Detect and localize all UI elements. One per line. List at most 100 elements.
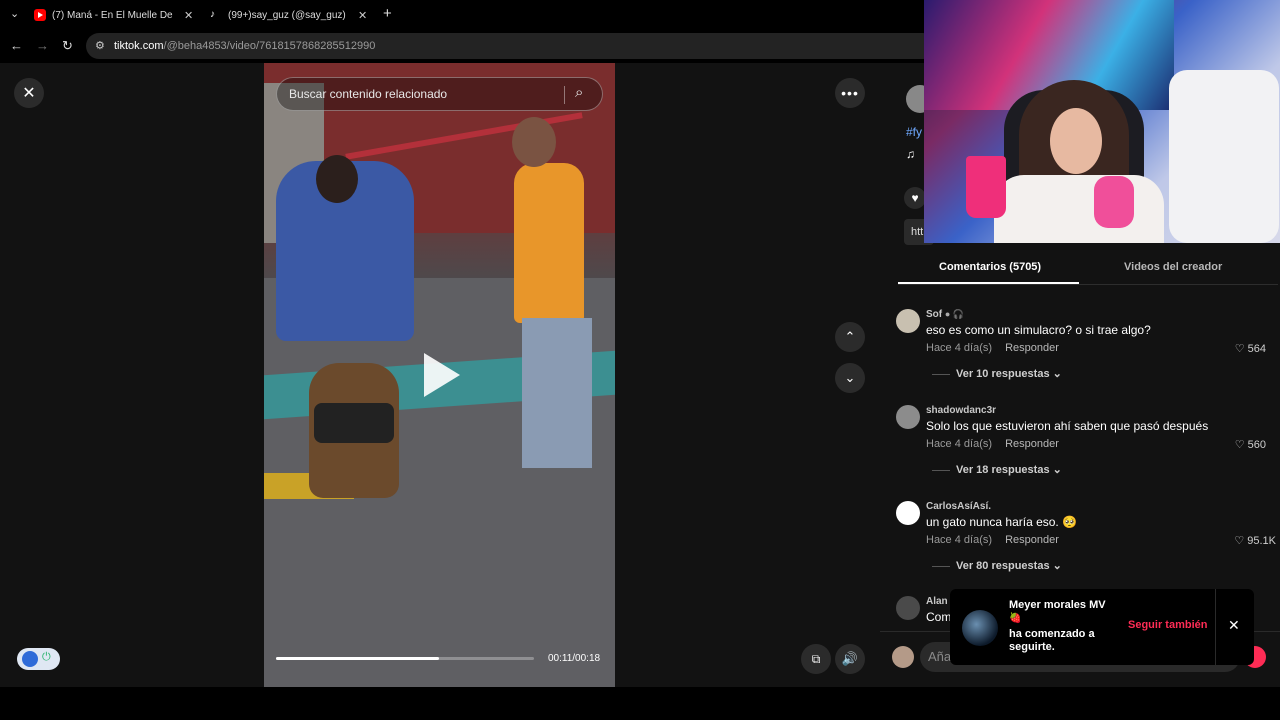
comment-text: Com xyxy=(926,610,952,624)
comment-item: CarlosAsíAsí. un gato nunca haría eso. 🥺… xyxy=(896,501,1276,581)
comment-likes[interactable]: ♡ 564 xyxy=(1235,342,1266,355)
view-replies-button[interactable]: Ver 18 respuestas ⌄ xyxy=(932,463,1062,476)
comment-likes[interactable]: ♡ 95.1K xyxy=(1234,534,1276,547)
avatar[interactable] xyxy=(896,596,920,620)
reply-button[interactable]: Responder xyxy=(1005,534,1059,546)
next-video-button[interactable]: ⌄ xyxy=(835,363,865,393)
streamer-webcam-overlay xyxy=(924,0,1280,243)
tab-search-chevron-icon[interactable]: ⌄ xyxy=(10,7,19,20)
view-replies-label: Ver 10 respuestas xyxy=(956,368,1050,380)
view-replies-button[interactable]: Ver 10 respuestas ⌄ xyxy=(932,367,1062,380)
search-icon[interactable]: ⌕ xyxy=(575,84,583,101)
reply-button[interactable]: Responder xyxy=(1005,342,1059,354)
hashtag-text[interactable]: #fy xyxy=(906,125,922,139)
panel-tabs: Comentarios (5705) Videos del creador xyxy=(898,255,1278,285)
power-icon: ⏻ xyxy=(42,651,51,663)
chevron-down-icon: ⌄ xyxy=(1052,464,1062,476)
follow-notification: Meyer morales MV 🍓 ha comenzado a seguir… xyxy=(950,589,1254,665)
boy-in-orange-jacket xyxy=(514,163,584,323)
comment-text: Solo los que estuvieron ahí saben que pa… xyxy=(926,419,1209,433)
search-divider xyxy=(564,86,565,104)
tiktok-video-page: ✕ Buscar contenido relacionado ⌕ 00:11/0… xyxy=(0,0,1280,687)
share-link-text: htt xyxy=(911,226,924,238)
close-tab-icon[interactable]: ✕ xyxy=(184,9,193,22)
related-search-input[interactable]: Buscar contenido relacionado ⌕ xyxy=(276,77,603,111)
avatar[interactable] xyxy=(896,309,920,333)
add-comment-placeholder: Aña xyxy=(928,649,952,664)
youtube-icon xyxy=(34,9,46,21)
streamer-face xyxy=(1050,108,1102,174)
reload-icon[interactable]: ↻ xyxy=(62,38,73,54)
url-path: /@beha4853/video/7618157868285512990 xyxy=(163,40,376,52)
heart-outline-icon: ♡ xyxy=(1234,343,1248,355)
comment-username[interactable]: CarlosAsíAsí. xyxy=(926,501,991,512)
tiktok-icon: ♪ xyxy=(210,9,215,20)
avatar[interactable] xyxy=(896,501,920,525)
pink-microphone xyxy=(1094,176,1134,228)
view-replies-button[interactable]: Ver 80 respuestas ⌄ xyxy=(932,559,1062,572)
boy-head xyxy=(512,117,556,167)
comment-text: eso es como un simulacro? o si trae algo… xyxy=(926,323,1151,337)
close-tab-icon[interactable]: ✕ xyxy=(358,9,367,22)
notification-divider xyxy=(1215,589,1216,665)
extension-icon xyxy=(22,651,38,667)
tab-creator-videos[interactable]: Videos del creador xyxy=(1124,261,1222,273)
comment-text: un gato nunca haría eso. 🥺 xyxy=(926,515,1078,529)
boy-jeans xyxy=(522,318,592,468)
notification-emoji: 🍓 xyxy=(1009,613,1022,624)
comment-time: Hace 4 día(s) xyxy=(926,342,993,354)
notification-message: ha comenzado a seguirte. xyxy=(1009,628,1095,653)
heart-outline-icon: ♡ xyxy=(1234,535,1248,547)
notification-avatar[interactable] xyxy=(962,610,998,646)
back-arrow-icon[interactable]: ← xyxy=(10,38,23,53)
close-video-button[interactable]: ✕ xyxy=(14,78,44,108)
forward-arrow-icon[interactable]: → xyxy=(36,38,49,53)
extension-badge[interactable]: ⏻ xyxy=(17,648,60,670)
video-player[interactable]: Buscar contenido relacionado ⌕ 00:11/00:… xyxy=(264,63,615,687)
comment-username[interactable]: shadowdanc3r xyxy=(926,405,996,416)
comment-username-text: Sof xyxy=(926,309,943,320)
my-avatar[interactable] xyxy=(892,646,914,668)
follow-back-button[interactable]: Seguir también xyxy=(1128,619,1207,631)
dog-harness xyxy=(314,403,394,443)
comment-username[interactable]: Alan xyxy=(926,596,948,607)
music-note-icon: ♫ xyxy=(906,147,915,161)
comment-item: Sof ● 🎧 eso es como un simulacro? o si t… xyxy=(896,309,1274,389)
speaker-icon: 🔊 xyxy=(841,651,859,666)
girl-head xyxy=(316,155,358,203)
view-replies-label: Ver 80 respuestas xyxy=(956,560,1050,572)
floating-player-icon: ⧉ xyxy=(811,651,821,666)
like-count: 560 xyxy=(1247,439,1266,451)
url-field[interactable]: ⚙ tiktok.com /@beha4853/video/7618157868… xyxy=(86,33,936,59)
comment-meta: Hace 4 día(s) Responder xyxy=(926,342,1059,354)
reply-button[interactable]: Responder xyxy=(1005,438,1059,450)
bottom-black-bar xyxy=(0,687,1280,720)
close-icon: ✕ xyxy=(22,85,36,102)
comment-time: Hace 4 día(s) xyxy=(926,534,993,546)
tab-tiktok[interactable]: ♪ (99+)say_guz (@say_guz) | TikTo ✕ xyxy=(210,4,370,26)
notification-name: Meyer morales MV xyxy=(1009,599,1106,611)
white-top xyxy=(994,175,1164,243)
chevron-down-icon: ⌄ xyxy=(844,370,856,385)
volume-button[interactable]: 🔊 xyxy=(835,644,865,674)
comment-meta: Hace 4 día(s) Responder xyxy=(926,534,1059,546)
comment-username[interactable]: Sof ● 🎧 xyxy=(926,309,964,320)
site-settings-icon[interactable]: ⚙ xyxy=(95,39,105,52)
play-icon[interactable] xyxy=(424,353,460,397)
video-progress-bar[interactable] xyxy=(276,657,534,660)
url-host: tiktok.com xyxy=(114,40,164,52)
previous-video-button[interactable]: ⌃ xyxy=(835,322,865,352)
more-options-button[interactable]: ••• xyxy=(835,78,865,108)
floating-player-button[interactable]: ⧉ xyxy=(801,644,831,674)
tab-youtube[interactable]: (7) Maná - En El Muelle De San ✕ xyxy=(34,4,196,26)
comment-item: shadowdanc3r Solo los que estuvieron ahí… xyxy=(896,405,1274,485)
gaming-chair xyxy=(1169,70,1279,243)
like-count: 95.1K xyxy=(1247,535,1276,547)
new-tab-icon[interactable]: + xyxy=(383,5,392,22)
like-heart-icon[interactable]: ♥ xyxy=(904,187,926,209)
close-icon[interactable]: ✕ xyxy=(1228,617,1240,634)
chevron-down-icon: ⌄ xyxy=(1052,368,1062,380)
tab-comments[interactable]: Comentarios (5705) xyxy=(939,261,1041,273)
avatar[interactable] xyxy=(896,405,920,429)
comment-likes[interactable]: ♡ 560 xyxy=(1235,438,1266,451)
